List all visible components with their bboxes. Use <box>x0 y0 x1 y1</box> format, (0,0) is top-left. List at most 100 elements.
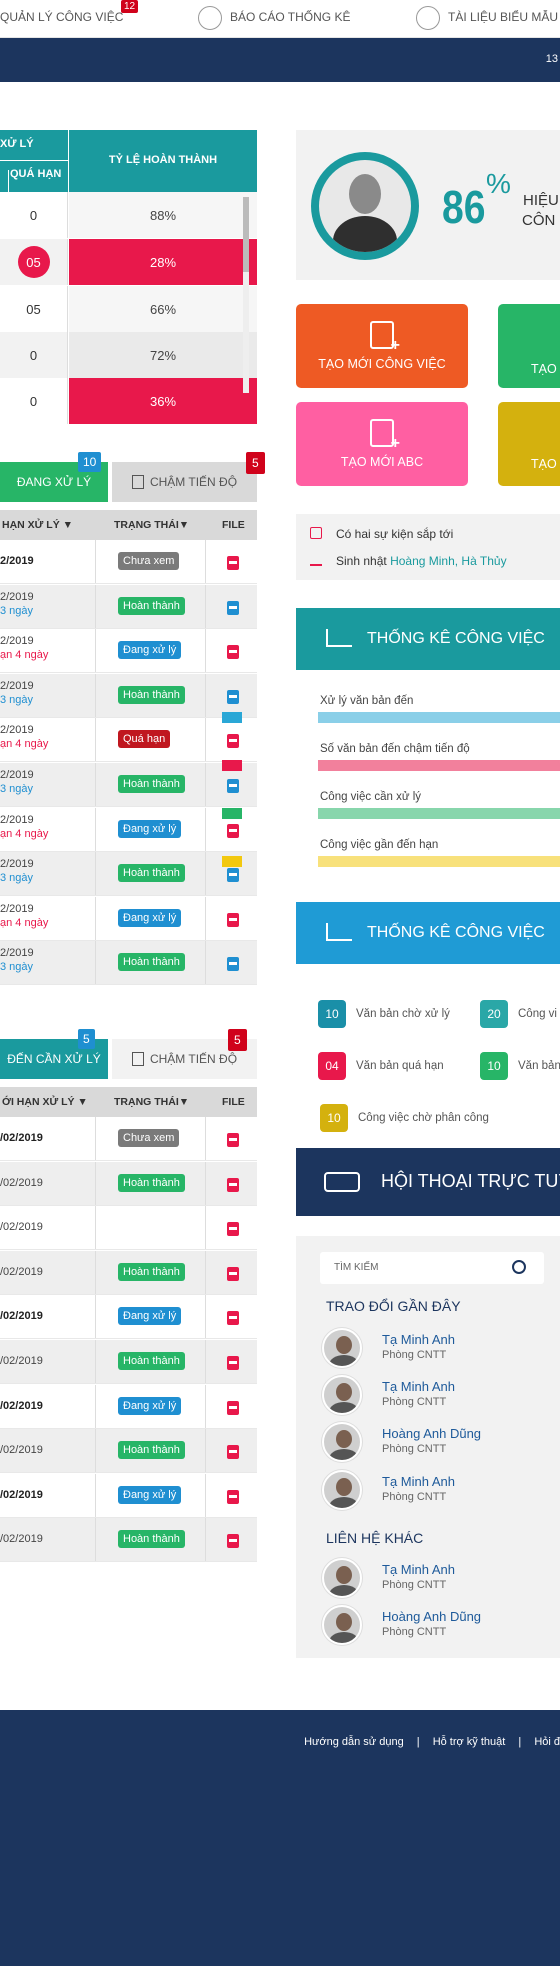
table-row[interactable]: 2/2019 3 ngày Hoàn thành <box>0 852 257 897</box>
profile-label-2: CÔN <box>522 212 556 229</box>
doc-file-icon[interactable] <box>227 957 239 972</box>
create-right-button-1[interactable]: TẠO <box>498 304 560 388</box>
stat-count-badge[interactable]: 20 <box>480 1000 508 1028</box>
progress-row: 05 28% <box>0 239 257 285</box>
table-row[interactable]: /02/2019 Chưa xem <box>0 1117 257 1161</box>
stat-count-label[interactable]: Văn bản chờ xử lý <box>356 1008 450 1020</box>
overdue-count[interactable]: 05 <box>17 246 50 278</box>
status-badge: Đang xử lý <box>118 641 182 660</box>
table-row[interactable]: /02/2019 Hoàn thành <box>0 1429 257 1474</box>
stat-count-label[interactable]: Công vi <box>518 1008 557 1020</box>
stat-count-badge[interactable]: 10 <box>318 1000 346 1028</box>
deadline-date: /02/2019 <box>0 1265 43 1278</box>
recent-title: TRAO ĐỔI GẦN ĐÂY <box>326 1298 461 1314</box>
pdf-file-icon[interactable] <box>227 734 239 749</box>
table-row[interactable]: /02/2019 <box>0 1206 257 1251</box>
pdf-file-icon[interactable] <box>227 912 239 927</box>
pdf-file-icon[interactable] <box>227 556 239 570</box>
table-row[interactable]: 2/2019 3 ngày Hoàn thành <box>0 584 257 629</box>
col-deadline-label-2: ỚI HẠN XỬ LÝ <box>2 1096 75 1108</box>
table-row[interactable]: /02/2019 Hoàn thành <box>0 1340 257 1384</box>
stat-count-label[interactable]: Văn bản <box>518 1060 560 1072</box>
stat-count-badge[interactable]: 10 <box>320 1104 348 1132</box>
col-deadline-header-2[interactable]: ỚI HẠN XỬ LÝ ▼ <box>2 1096 88 1108</box>
col-deadline-header[interactable]: HẠN XỬ LÝ ▼ <box>2 519 73 531</box>
birthday-names[interactable]: Hoàng Minh, Hà Thủy <box>390 554 507 568</box>
table-row[interactable]: /02/2019 Đang xử lý <box>0 1473 257 1518</box>
deadline-date: 2/2019 <box>0 724 34 737</box>
doc-file-icon[interactable] <box>227 779 239 793</box>
search-input[interactable]: TÌM KIẾM <box>334 1262 378 1273</box>
create-abc-button[interactable]: TẠO MỚI ABC <box>296 402 468 486</box>
nav-reports[interactable]: BÁO CÁO THỐNG KÊ <box>198 6 350 30</box>
stat-count-badge[interactable]: 10 <box>480 1052 508 1080</box>
deadline-date: /02/2019 <box>0 1533 43 1546</box>
progress-row: 05 66% <box>0 286 257 332</box>
stat-bar-fill <box>222 712 242 723</box>
col-status-header[interactable]: TRẠNG THÁI▼ <box>114 519 189 531</box>
search-icon[interactable] <box>512 1260 526 1274</box>
pdf-file-icon[interactable] <box>227 1534 239 1549</box>
pdf-file-icon[interactable] <box>227 823 239 838</box>
footer-link-support[interactable]: Hỗ trợ kỹ thuật <box>433 1736 506 1748</box>
pdf-file-icon[interactable] <box>227 1400 239 1415</box>
contact-item[interactable]: Tạ Minh Anh Phòng CNTT <box>322 1328 552 1368</box>
pdf-file-icon[interactable] <box>227 645 239 660</box>
scrollbar[interactable] <box>243 197 249 393</box>
table-row[interactable]: 2/2019 ạn 4 ngày Đang xử lý <box>0 896 257 941</box>
contact-item[interactable]: Hoàng Anh Dũng Phòng CNTT <box>322 1605 552 1645</box>
stats-header-2: THỐNG KÊ CÔNG VIỆC <box>296 902 560 964</box>
overdue-count: 05 <box>26 301 41 317</box>
table-row[interactable]: 2/2019 Chưa xem <box>0 540 257 584</box>
deadline-note: ạn 4 ngày <box>0 649 49 662</box>
doc-file-icon[interactable] <box>227 600 239 615</box>
footer-link-faq[interactable]: Hỏi đ <box>534 1736 560 1748</box>
stats-title-2: THỐNG KÊ CÔNG VIỆC <box>367 924 545 941</box>
table-row[interactable]: /02/2019 Đang xử lý <box>0 1295 257 1340</box>
table-row[interactable]: 2/2019 ạn 4 ngày Đang xử lý <box>0 807 257 852</box>
pdf-file-icon[interactable] <box>227 1356 239 1370</box>
nav-documents-label: TÀI LIỆU BIỂU MẪU <box>448 10 559 24</box>
table-row[interactable]: 2/2019 3 ngày Hoàn thành <box>0 763 257 807</box>
col-status-header-2[interactable]: TRẠNG THÁI▼ <box>114 1096 189 1108</box>
deadline-date: /02/2019 <box>0 1176 43 1189</box>
pdf-file-icon[interactable] <box>227 1222 239 1237</box>
overdue-cell: 05 <box>0 239 68 285</box>
table-row[interactable]: 2/2019 ạn 4 ngày Đang xử lý <box>0 629 257 674</box>
table-row[interactable]: 2/2019 3 ngày Hoàn thành <box>0 941 257 986</box>
stat-count-badge[interactable]: 04 <box>318 1052 346 1080</box>
incoming-count-badge: 5 <box>78 1029 95 1049</box>
pdf-file-icon[interactable] <box>227 1133 239 1147</box>
stat-count-label[interactable]: Công việc chờ phân công <box>358 1112 489 1124</box>
status-badge: Hoàn thành <box>118 1352 185 1370</box>
footer-link-guide[interactable]: Hướng dẫn sử dụng <box>304 1736 404 1748</box>
contact-item[interactable]: Tạ Minh Anh Phòng CNTT <box>322 1470 552 1510</box>
pdf-file-icon[interactable] <box>227 1489 239 1504</box>
chat-icon <box>324 1172 360 1192</box>
status-badge: Hoàn thành <box>118 1173 185 1192</box>
doc-file-icon[interactable] <box>227 689 239 704</box>
table-row[interactable]: 2/2019 3 ngày Hoàn thành <box>0 673 257 718</box>
pdf-file-icon[interactable] <box>227 1266 239 1281</box>
tab-late[interactable]: CHẬM TIẾN ĐỘ <box>112 462 257 502</box>
contact-item[interactable]: Tạ Minh Anh Phòng CNTT <box>322 1558 552 1598</box>
create-right-button-2[interactable]: TẠO <box>498 402 560 486</box>
table-row[interactable]: /02/2019 Hoàn thành <box>0 1518 257 1563</box>
search-box[interactable]: TÌM KIẾM <box>320 1252 544 1284</box>
pdf-file-icon[interactable] <box>227 1311 239 1326</box>
stat-count-label[interactable]: Văn bản quá hạn <box>356 1060 444 1072</box>
table-row[interactable]: /02/2019 Hoàn thành <box>0 1250 257 1295</box>
pdf-file-icon[interactable] <box>227 1445 239 1460</box>
contact-item[interactable]: Tạ Minh Anh Phòng CNTT <box>322 1375 552 1415</box>
scrollbar-thumb[interactable] <box>243 197 249 272</box>
create-task-button[interactable]: TẠO MỚI CÔNG VIỆC <box>296 304 468 388</box>
doc-file-icon[interactable] <box>227 868 239 883</box>
pdf-file-icon[interactable] <box>227 1177 239 1192</box>
table-row[interactable]: /02/2019 Đang xử lý <box>0 1384 257 1429</box>
deadline-note: 3 ngày <box>0 783 34 795</box>
contact-item[interactable]: Hoàng Anh Dũng Phòng CNTT <box>322 1422 552 1462</box>
nav-task-management[interactable]: QUẢN LÝ CÔNG VIỆC <box>0 10 123 24</box>
nav-documents[interactable]: TÀI LIỆU BIỂU MẪU <box>416 6 559 30</box>
table-row[interactable]: /02/2019 Hoàn thành <box>0 1161 257 1206</box>
table-row[interactable]: 2/2019 ạn 4 ngày Quá hạn <box>0 718 257 763</box>
